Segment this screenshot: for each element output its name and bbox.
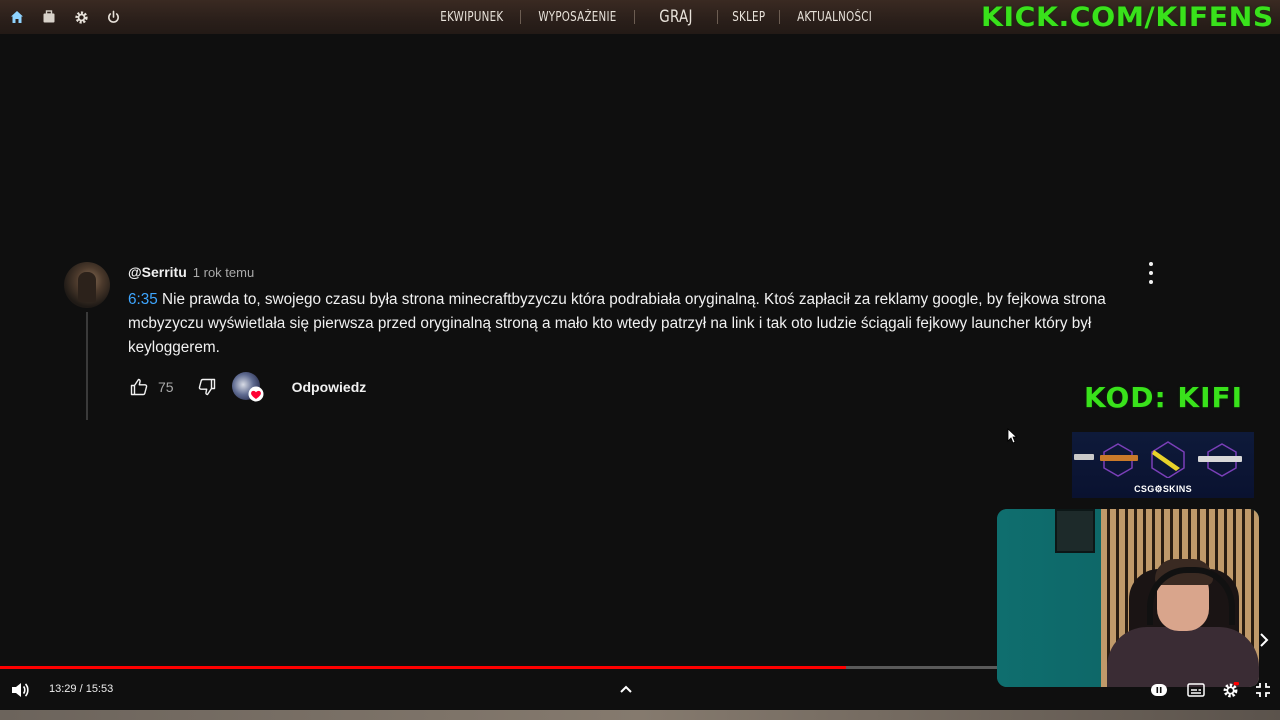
autoplay-toggle-icon[interactable] bbox=[1150, 682, 1168, 698]
player-controls: 13:29 / 15:53 bbox=[0, 670, 1280, 710]
timestamp-link[interactable]: 6:35 bbox=[128, 291, 158, 308]
chevron-up-icon[interactable] bbox=[618, 682, 634, 696]
nav-loadout[interactable]: WYPOSAŻENIE bbox=[528, 10, 627, 25]
webcam-overlay bbox=[997, 509, 1259, 687]
comment-actions: 75 Odpowiedz bbox=[128, 372, 366, 402]
nav-separator bbox=[633, 10, 635, 24]
avatar-figure bbox=[78, 272, 96, 302]
comment-date[interactable]: 1 rok temu bbox=[193, 265, 254, 280]
comment-body: Nie prawda to, swojego czasu była strona… bbox=[128, 291, 1106, 356]
exit-fullscreen-icon[interactable] bbox=[1254, 682, 1272, 698]
subtitles-icon[interactable] bbox=[1187, 682, 1205, 698]
sponsor-logo: CSG⚙SKINS bbox=[1134, 484, 1192, 494]
settings-icon[interactable] bbox=[1221, 681, 1239, 698]
nav-inventory[interactable]: EKWIPUNEK bbox=[430, 10, 514, 25]
home-icon[interactable] bbox=[8, 9, 26, 25]
thread-line bbox=[86, 312, 88, 420]
nav-news[interactable]: AKTUALNOŚCI bbox=[787, 10, 883, 25]
like-icon[interactable] bbox=[128, 376, 150, 398]
power-icon[interactable] bbox=[104, 9, 122, 25]
nav-separator bbox=[519, 10, 521, 24]
cam-wall-box bbox=[1055, 509, 1095, 553]
comment-header: @Serritu 1 rok temu bbox=[128, 264, 254, 280]
nav-play[interactable]: GRAJ bbox=[640, 7, 712, 27]
volume-icon[interactable] bbox=[10, 681, 30, 699]
nav-separator bbox=[716, 10, 718, 24]
weapon-skins-graphic bbox=[1074, 441, 1242, 478]
heart-icon bbox=[248, 386, 264, 402]
comment-text: 6:35 Nie prawda to, swojego czasu była s… bbox=[128, 288, 1168, 360]
promo-code-label: KOD: KIFI bbox=[1084, 381, 1244, 414]
sponsor-banner: CSG⚙SKINS bbox=[1072, 432, 1254, 498]
like-count: 75 bbox=[158, 379, 174, 395]
next-arrow-icon[interactable] bbox=[1256, 632, 1272, 648]
time-display: 13:29 / 15:53 bbox=[49, 683, 114, 695]
gear-icon[interactable] bbox=[72, 9, 90, 25]
progress-bar-fill bbox=[0, 666, 847, 669]
topbar-left-icons bbox=[8, 9, 122, 25]
main-nav: EKWIPUNEK WYPOSAŻENIE GRAJ SKLEP AKTUALN… bbox=[424, 0, 889, 34]
avatar[interactable] bbox=[64, 262, 110, 308]
inventory-icon[interactable] bbox=[40, 9, 58, 25]
game-top-bar: EKWIPUNEK WYPOSAŻENIE GRAJ SKLEP AKTUALN… bbox=[0, 0, 1280, 34]
nav-separator bbox=[779, 10, 781, 24]
more-options-icon[interactable] bbox=[1144, 262, 1158, 284]
creator-heart[interactable] bbox=[231, 372, 264, 402]
kick-channel-banner: KICK.COM/KIFENS bbox=[981, 2, 1274, 33]
game-bottom-strip bbox=[0, 710, 1280, 720]
nav-store[interactable]: SKLEP bbox=[721, 10, 775, 25]
reply-button[interactable]: Odpowiedz bbox=[292, 379, 367, 395]
comment-author[interactable]: @Serritu bbox=[128, 264, 187, 280]
dislike-icon[interactable] bbox=[196, 376, 218, 398]
mouse-cursor-icon bbox=[1007, 428, 1017, 444]
